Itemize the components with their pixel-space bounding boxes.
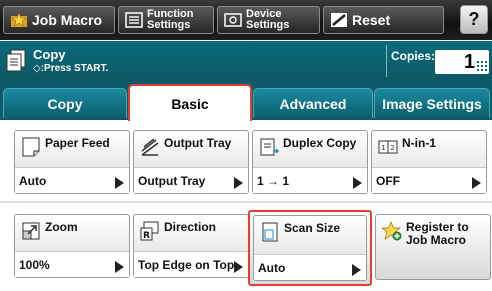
copies-value: 1 bbox=[463, 51, 475, 73]
copies-field[interactable]: 1 bbox=[435, 50, 489, 74]
job-macro-button[interactable]: Job Macro bbox=[3, 6, 115, 34]
n-in-1-value: OFF bbox=[372, 167, 486, 193]
output-tray-title: Output Tray bbox=[164, 136, 232, 150]
n-in-1-arrow-icon bbox=[472, 177, 481, 189]
star-folder-icon bbox=[11, 12, 27, 27]
duplex-copy-value: 1 → 1 bbox=[253, 167, 367, 193]
output-tray-arrow-icon bbox=[234, 177, 243, 189]
tab-advanced[interactable]: Advanced bbox=[253, 88, 373, 118]
direction-icon: R bbox=[140, 221, 159, 241]
zoom-icon bbox=[22, 222, 40, 240]
reset-label: Reset bbox=[352, 12, 391, 28]
tab-basic-label: Basic bbox=[171, 95, 209, 112]
reset-icon bbox=[331, 13, 347, 27]
paper-feed-button[interactable]: Paper Feed Auto bbox=[14, 130, 130, 194]
tab-copy-label: Copy bbox=[47, 95, 83, 112]
device-settings-icon bbox=[224, 13, 242, 27]
row-separator bbox=[0, 201, 492, 203]
svg-text:2: 2 bbox=[390, 144, 394, 152]
direction-value: Top Edge on Top bbox=[134, 251, 248, 277]
tab-advanced-label: Advanced bbox=[279, 95, 347, 112]
mode-title: Copy bbox=[33, 47, 66, 62]
direction-arrow-icon bbox=[234, 261, 243, 273]
output-tray-button[interactable]: Output Tray Output Tray bbox=[133, 130, 249, 194]
paper-feed-title: Paper Feed bbox=[45, 136, 110, 150]
tab-image-settings-label: Image Settings bbox=[382, 95, 482, 112]
copy-document-icon bbox=[6, 49, 26, 72]
keypad-icon bbox=[477, 61, 487, 71]
register-macro-title: Register to Job Macro bbox=[406, 221, 469, 247]
direction-title: Direction bbox=[164, 220, 217, 234]
paper-icon bbox=[22, 137, 40, 157]
n-in-1-icon: 1 2 bbox=[378, 140, 398, 154]
register-job-macro-button[interactable]: Register to Job Macro bbox=[375, 214, 491, 280]
job-macro-label: Job Macro bbox=[32, 12, 103, 28]
output-tray-value: Output Tray bbox=[134, 167, 248, 193]
duplex-copy-title: Duplex Copy bbox=[283, 136, 357, 150]
paper-feed-arrow-icon bbox=[115, 177, 124, 189]
svg-text:1: 1 bbox=[381, 144, 385, 152]
function-settings-line2: Settings bbox=[147, 19, 191, 31]
scan-size-inner: Scan Size Auto bbox=[253, 215, 367, 281]
zoom-button[interactable]: Zoom 100% bbox=[14, 214, 130, 278]
start-hint: ◇:Press START. bbox=[33, 63, 109, 74]
zoom-title: Zoom bbox=[45, 220, 78, 234]
zoom-value: 100% bbox=[15, 251, 129, 277]
function-settings-icon bbox=[125, 12, 143, 28]
copies-label: Copies: bbox=[391, 49, 436, 63]
register-macro-line1: Register to bbox=[406, 220, 469, 234]
scan-size-icon bbox=[262, 222, 278, 242]
duplex-copy-arrow-icon bbox=[353, 177, 362, 189]
device-settings-line2: Settings bbox=[246, 19, 290, 31]
tab-image-settings[interactable]: Image Settings bbox=[374, 88, 490, 118]
zoom-arrow-icon bbox=[115, 261, 124, 273]
n-in-1-button[interactable]: 1 2 N-in-1 OFF bbox=[371, 130, 487, 194]
function-settings-button[interactable]: Function Settings bbox=[118, 6, 214, 34]
reset-button[interactable]: Reset bbox=[323, 6, 444, 34]
device-settings-button[interactable]: Device Settings bbox=[217, 6, 320, 34]
register-macro-line2: Job Macro bbox=[406, 233, 467, 247]
help-icon: ? bbox=[468, 9, 480, 29]
scan-size-title: Scan Size bbox=[284, 221, 341, 235]
tab-copy[interactable]: Copy bbox=[3, 88, 127, 118]
help-button[interactable]: ? bbox=[460, 5, 488, 34]
scan-size-button[interactable]: Scan Size Auto bbox=[248, 210, 372, 286]
copies-box: Copies: 1 bbox=[386, 45, 490, 77]
register-macro-icon bbox=[382, 221, 402, 241]
status-bar: Copy ◇:Press START. Copies: 1 bbox=[0, 41, 492, 81]
output-tray-icon bbox=[141, 138, 159, 156]
n-in-1-title: N-in-1 bbox=[402, 136, 436, 150]
direction-button[interactable]: R Direction Top Edge on Top bbox=[133, 214, 249, 278]
scan-size-arrow-icon bbox=[352, 264, 361, 276]
duplex-icon bbox=[260, 138, 279, 156]
scan-size-value: Auto bbox=[254, 254, 366, 280]
duplex-copy-button[interactable]: Duplex Copy 1 → 1 bbox=[252, 130, 368, 194]
svg-text:R: R bbox=[143, 231, 150, 241]
paper-feed-value: Auto bbox=[15, 167, 129, 193]
tab-basic[interactable]: Basic bbox=[128, 84, 252, 121]
